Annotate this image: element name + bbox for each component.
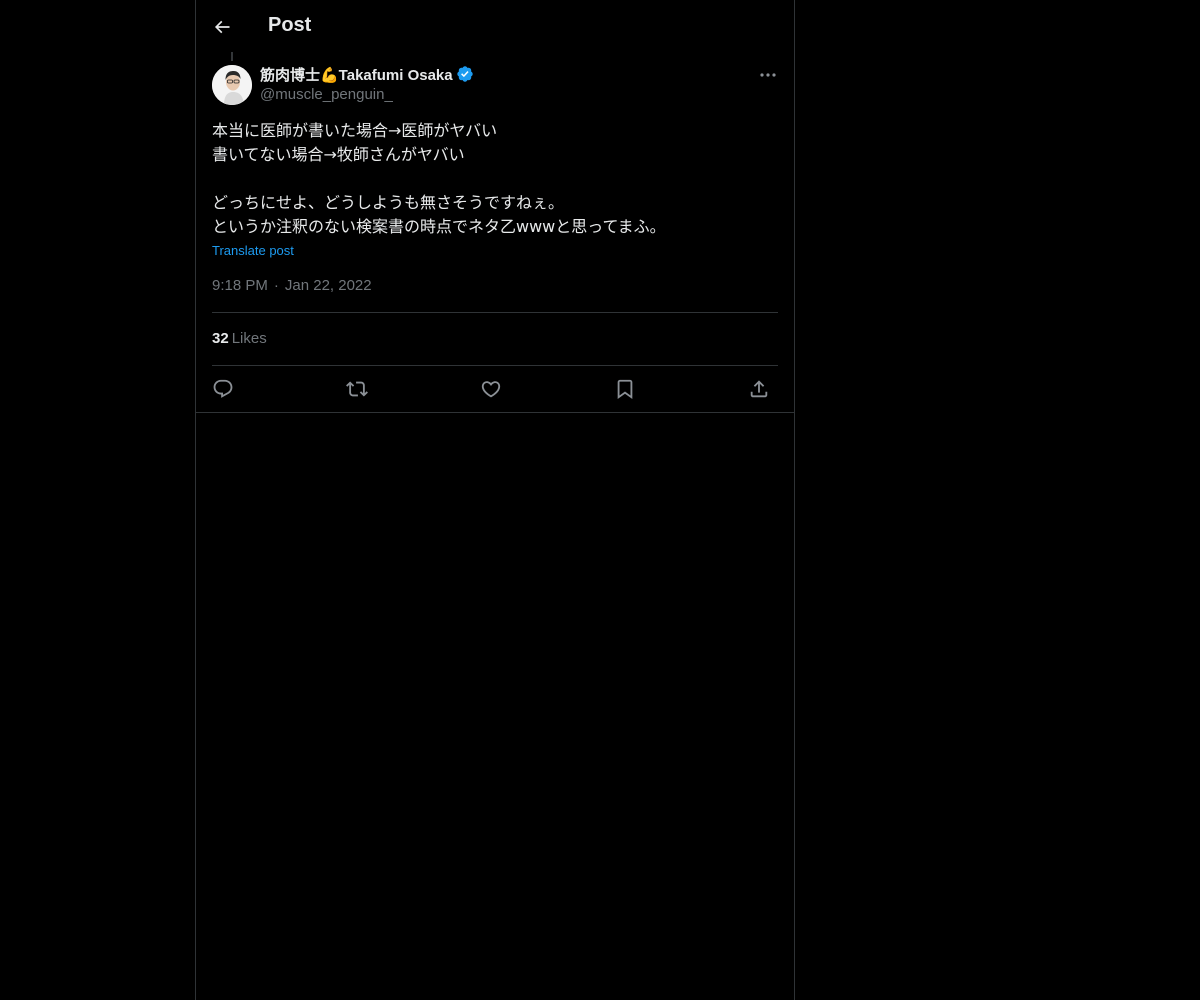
share-icon: [750, 380, 768, 398]
divider: [196, 412, 794, 413]
repost-icon: [346, 381, 368, 397]
thread-connector-line: [231, 52, 233, 61]
post-text: 本当に医師が書いた場合→医師がヤバい 書いてない場合→牧師さんがヤバい どっちに…: [212, 119, 778, 239]
page-title: Post: [268, 14, 312, 36]
author-handle[interactable]: @muscle_penguin_: [260, 86, 474, 103]
back-button[interactable]: [208, 13, 236, 41]
post-timestamp: 9:18 PM · Jan 22, 2022: [212, 277, 372, 294]
post-text-line: どっちにせよ、どうしようも無さそうですねぇ。: [212, 193, 565, 212]
avatar-image: [212, 65, 252, 105]
author-display-name[interactable]: 筋肉博士💪Takafumi Osaka: [260, 64, 453, 85]
repost-button[interactable]: [344, 376, 370, 402]
bookmark-icon: [617, 379, 633, 400]
likes-count: 32: [212, 330, 229, 347]
reply-button[interactable]: [210, 376, 236, 402]
header: Post: [196, 0, 794, 53]
arrow-left-icon: [214, 20, 230, 34]
post-date[interactable]: Jan 22, 2022: [285, 277, 372, 294]
more-dots-icon: [760, 73, 776, 77]
post-time[interactable]: 9:18 PM: [212, 277, 268, 294]
bookmark-button[interactable]: [612, 376, 638, 402]
author-info: 筋肉博士💪Takafumi Osaka @muscle_penguin_: [260, 64, 474, 103]
meta-separator: ·: [273, 277, 279, 294]
main-column: Post 筋肉博士💪Takafumi Osaka @muscle_penguin…: [195, 0, 795, 1000]
like-button[interactable]: [478, 376, 504, 402]
heart-icon: [481, 381, 501, 398]
post-text-line: というか注釈のない検案書の時点でネタ乙wwwと思ってまふ。: [212, 217, 666, 236]
share-button[interactable]: [746, 376, 772, 402]
translate-post-link[interactable]: Translate post: [212, 243, 294, 258]
likes-count-link[interactable]: 32 Likes: [212, 330, 267, 347]
avatar[interactable]: [212, 65, 252, 105]
post-text-line: [212, 167, 778, 191]
verified-badge-icon[interactable]: [456, 65, 474, 83]
divider: [212, 312, 778, 313]
reply-icon: [213, 379, 233, 398]
action-bar: [212, 376, 778, 402]
post-text-line: 本当に医師が書いた場合→医師がヤバい: [212, 121, 498, 140]
post-text-line: 書いてない場合→牧師さんがヤバい: [212, 145, 465, 164]
likes-label: Likes: [231, 330, 267, 347]
divider: [212, 365, 778, 366]
more-options-button[interactable]: [756, 65, 780, 85]
